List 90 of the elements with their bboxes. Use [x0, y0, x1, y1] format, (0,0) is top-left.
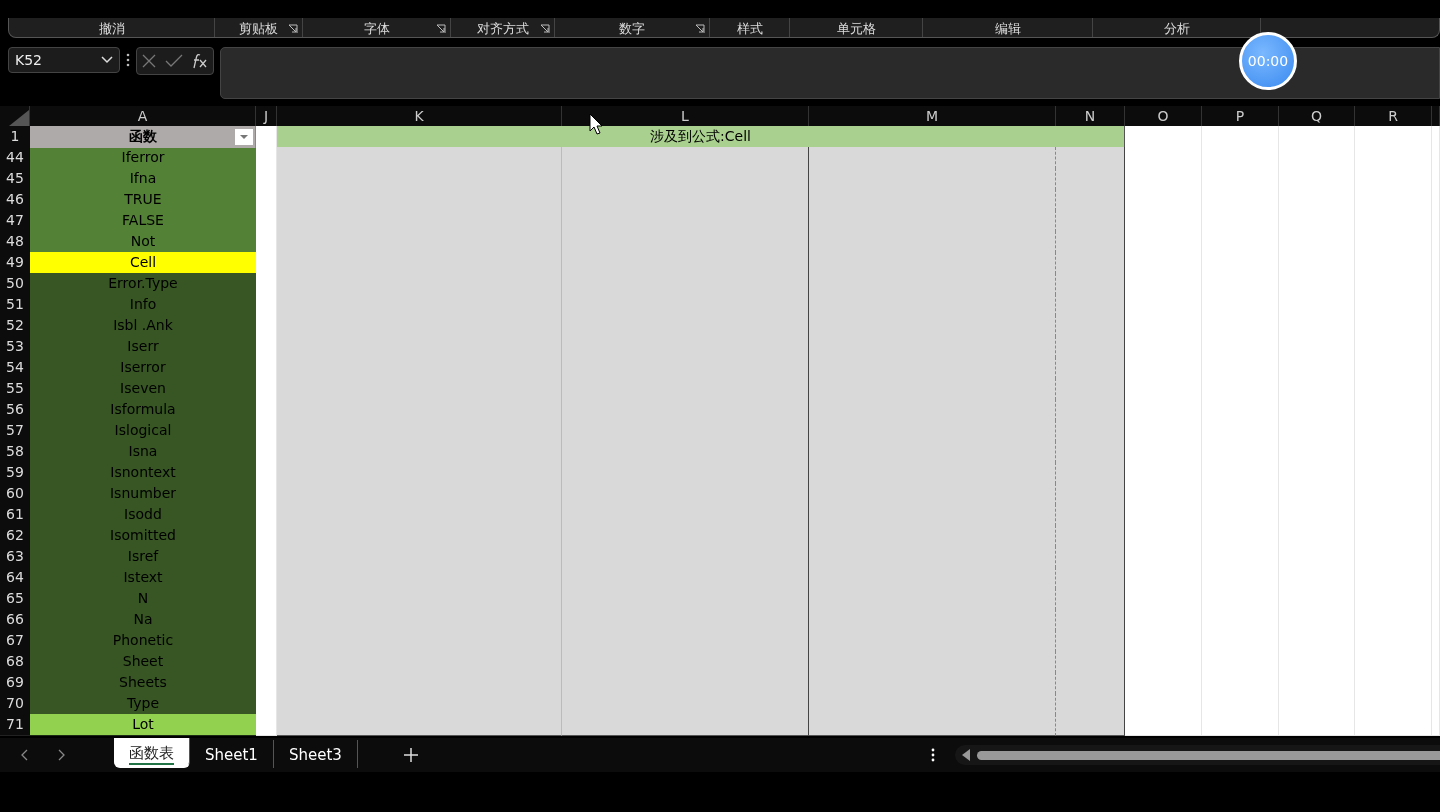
row-header[interactable]: 70 [0, 693, 30, 715]
cancel-icon[interactable] [141, 53, 157, 69]
table-cell: Info [30, 294, 256, 316]
row-header[interactable]: 47 [0, 210, 30, 232]
table-cell: Lot [30, 714, 256, 736]
table-cell: Error.Type [30, 273, 256, 295]
ribbon-group-label: 数字 [619, 22, 645, 36]
row-header[interactable]: 59 [0, 462, 30, 484]
table-cell: Iferror [30, 147, 256, 169]
table-cell: Isref [30, 546, 256, 568]
row-header[interactable]: 52 [0, 315, 30, 337]
row-header[interactable]: 51 [0, 294, 30, 316]
dialog-launcher-icon[interactable] [436, 24, 446, 34]
table-cell: Istext [30, 567, 256, 589]
filter-dropdown-icon[interactable] [235, 129, 253, 145]
table-cell: TRUE [30, 189, 256, 211]
ribbon-group-label: 对齐方式 [476, 22, 529, 36]
table-cell: Isodd [30, 504, 256, 526]
table-cell: Sheets [30, 672, 256, 694]
table-cell: Type [30, 693, 256, 715]
row-header[interactable]: 50 [0, 273, 30, 295]
chevron-down-icon [101, 56, 113, 64]
row-header[interactable]: 67 [0, 630, 30, 652]
sheet-tab[interactable]: Sheet1 [190, 740, 274, 768]
table-cell: Iseven [30, 378, 256, 400]
horizontal-scrollbar[interactable] [954, 745, 1440, 765]
merged-title-cell: 涉及到公式:Cell [277, 126, 1125, 148]
row-header[interactable]: 48 [0, 231, 30, 253]
name-box[interactable]: K52 [8, 47, 120, 73]
table-cell: Cell [30, 252, 256, 274]
dialog-launcher-icon[interactable] [540, 24, 550, 34]
row-header[interactable]: 58 [0, 441, 30, 463]
row-header[interactable]: 57 [0, 420, 30, 442]
table-cell: Isna [30, 441, 256, 463]
table-cell: Ifna [30, 168, 256, 190]
check-icon[interactable] [165, 54, 183, 68]
row-header[interactable]: 54 [0, 357, 30, 379]
ribbon-group-label: 撤消 [98, 22, 125, 36]
ribbon-group-label: 样式 [736, 22, 763, 36]
dialog-launcher-icon[interactable] [695, 24, 705, 34]
table-header-cell: 函数 [30, 126, 256, 148]
sheet-tab[interactable]: Sheet3 [273, 740, 358, 768]
row-header[interactable]: 62 [0, 525, 30, 547]
formula-input[interactable] [220, 47, 1440, 99]
ribbon-group-label: 分析 [1163, 22, 1190, 36]
table-cell: FALSE [30, 210, 256, 232]
dialog-launcher-icon[interactable] [288, 24, 298, 34]
scroll-left-icon[interactable] [960, 749, 971, 761]
table-cell: Isnumber [30, 483, 256, 505]
table-cell: Not [30, 231, 256, 253]
row-header[interactable]: 71 [0, 714, 30, 736]
table-cell: Sheet [30, 651, 256, 673]
ribbon-group-label: 单元格 [836, 22, 876, 36]
ribbon-group-label: 字体 [363, 22, 390, 36]
add-sheet-icon[interactable] [403, 748, 418, 762]
table-cell: Isomitted [30, 525, 256, 547]
row-header[interactable]: 49 [0, 252, 30, 274]
table-cell: Islogical [30, 420, 256, 442]
row-header[interactable]: 63 [0, 546, 30, 568]
function-icon[interactable] [191, 52, 209, 70]
row-header[interactable]: 61 [0, 504, 30, 526]
table-cell: Na [30, 609, 256, 631]
select-all-icon[interactable] [7, 110, 29, 126]
table-cell: Isbl .Ank [30, 315, 256, 337]
sheet-tab[interactable]: 函数表 [114, 738, 190, 768]
table-cell: N [30, 588, 256, 610]
next-sheet-icon[interactable] [58, 749, 66, 761]
ribbon-group-label: 编辑 [994, 22, 1021, 36]
table-cell: Isformula [30, 399, 256, 421]
row-header[interactable]: 66 [0, 609, 30, 631]
table-cell: Isnontext [30, 462, 256, 484]
row-header[interactable]: 56 [0, 399, 30, 421]
more-options-icon[interactable] [930, 748, 935, 762]
table-cell: Iserr [30, 336, 256, 358]
previous-sheet-icon[interactable] [20, 749, 28, 761]
row-header[interactable]: 69 [0, 672, 30, 694]
row-header[interactable]: 60 [0, 483, 30, 505]
row-header[interactable]: 1 [0, 126, 30, 148]
row-header[interactable]: 65 [0, 588, 30, 610]
row-header[interactable]: 44 [0, 147, 30, 169]
ribbon-group-label: 剪贴板 [239, 22, 278, 36]
table-cell: Iserror [30, 357, 256, 379]
row-header[interactable]: 55 [0, 378, 30, 400]
row-header[interactable]: 68 [0, 651, 30, 673]
row-header[interactable]: 53 [0, 336, 30, 358]
row-header[interactable]: 46 [0, 189, 30, 211]
more-options-icon[interactable] [126, 53, 130, 67]
table-cell: Phonetic [30, 630, 256, 652]
row-header[interactable]: 45 [0, 168, 30, 190]
row-header[interactable]: 64 [0, 567, 30, 589]
